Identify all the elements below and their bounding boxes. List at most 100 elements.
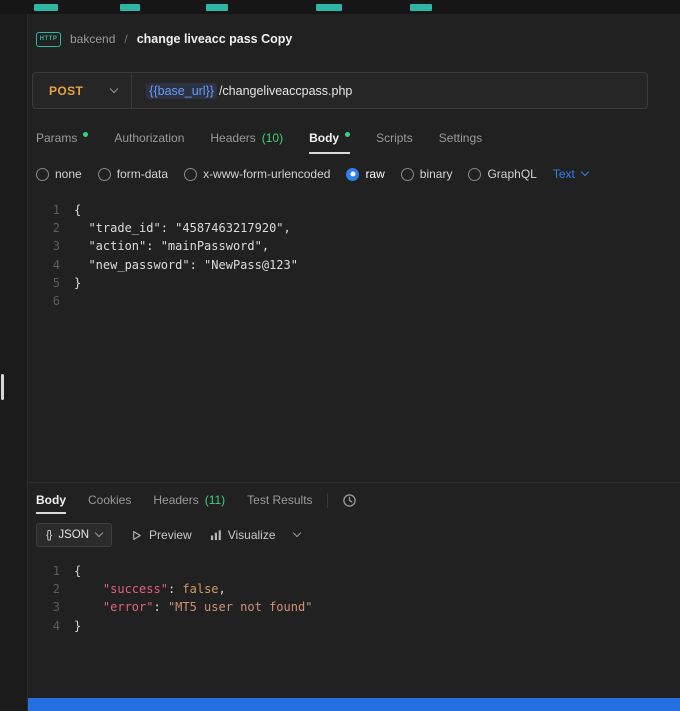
- code-text: }: [74, 617, 81, 635]
- request-panel: HTTP bakcend / change liveacc pass Copy …: [28, 14, 680, 711]
- tab-headers[interactable]: Headers(10): [210, 122, 283, 154]
- code-line: 4}: [28, 617, 680, 635]
- tab-body[interactable]: Body: [309, 122, 350, 154]
- code-text: "success": false,: [74, 580, 226, 598]
- radio-icon: [184, 168, 197, 181]
- tab-indicator[interactable]: [34, 4, 58, 11]
- request-tabs: Params Authorization Headers(10) Body Script…: [36, 122, 482, 154]
- code-line: 5}: [28, 274, 680, 292]
- tab-count: (11): [205, 493, 225, 507]
- raw-language-dropdown[interactable]: Text: [553, 167, 588, 181]
- tab-label: Authorization: [114, 131, 184, 145]
- tab-indicator[interactable]: [316, 4, 342, 11]
- left-scrollbar-thumb[interactable]: [1, 374, 4, 400]
- response-tab-headers[interactable]: Headers (11): [153, 486, 225, 514]
- breadcrumb-collection[interactable]: bakcend: [70, 32, 115, 46]
- line-number: 3: [28, 237, 74, 255]
- line-number: 4: [28, 256, 74, 274]
- divider: [327, 493, 328, 508]
- left-rail: [0, 14, 28, 711]
- code-text[interactable]: }: [74, 274, 81, 292]
- tab-bar[interactable]: [0, 0, 680, 14]
- content-dot-icon: [345, 132, 350, 137]
- tab-label: Headers: [153, 493, 198, 507]
- line-number: 3: [28, 598, 74, 616]
- tab-scripts[interactable]: Scripts: [376, 122, 413, 154]
- mode-label: GraphQL: [487, 167, 536, 181]
- line-number: 1: [28, 562, 74, 580]
- token: :: [168, 582, 182, 596]
- code-text[interactable]: {: [74, 201, 81, 219]
- line-number: 1: [28, 201, 74, 219]
- code-text: "error": "MT5 user not found": [74, 598, 312, 616]
- visualize-label: Visualize: [228, 528, 276, 542]
- mode-label: form-data: [117, 167, 168, 181]
- tab-count: (10): [262, 131, 283, 145]
- token: :: [153, 600, 167, 614]
- preview-label: Preview: [149, 528, 192, 542]
- tab-settings[interactable]: Settings: [439, 122, 482, 154]
- response-format-dropdown[interactable]: {} JSON: [36, 523, 112, 547]
- code-line: 4 "new_password": "NewPass@123": [28, 256, 680, 274]
- response-tabs: Body Cookies Headers (11) Test Results: [36, 486, 313, 514]
- code-text[interactable]: "new_password": "NewPass@123": [74, 256, 298, 274]
- preview-button[interactable]: Preview: [130, 528, 192, 542]
- body-mode-radios: none form-data x-www-form-urlencoded raw bin…: [36, 167, 537, 181]
- code-line: 6: [28, 292, 680, 310]
- method-label: POST: [49, 84, 83, 98]
- body-mode-raw[interactable]: raw: [346, 167, 384, 181]
- url-path: /changeliveaccpass.php: [219, 84, 352, 98]
- mode-label: none: [55, 167, 82, 181]
- body-mode-none[interactable]: none: [36, 167, 82, 181]
- body-mode-form-data[interactable]: form-data: [98, 167, 168, 181]
- url-input[interactable]: {{base_url}} /changeliveaccpass.php: [132, 83, 352, 99]
- code-line: 2 "trade_id": "4587463217920",: [28, 219, 680, 237]
- tab-authorization[interactable]: Authorization: [114, 122, 184, 154]
- body-mode-x-www-form-urlencoded[interactable]: x-www-form-urlencoded: [184, 167, 330, 181]
- body-mode-graphql[interactable]: GraphQL: [468, 167, 536, 181]
- radio-icon: [346, 168, 359, 181]
- response-history-button[interactable]: [342, 493, 357, 508]
- token: [74, 600, 103, 614]
- visualize-button[interactable]: Visualize: [210, 528, 276, 542]
- play-icon: [130, 529, 143, 542]
- response-body-viewer: 1{2 "success": false,3 "error": "MT5 use…: [28, 558, 680, 680]
- tab-indicator[interactable]: [206, 4, 228, 11]
- tab-label: Test Results: [247, 493, 312, 507]
- response-tab-test-results[interactable]: Test Results: [247, 486, 312, 514]
- tab-label: Settings: [439, 131, 482, 145]
- mode-label: binary: [420, 167, 453, 181]
- line-number: 5: [28, 274, 74, 292]
- tab-indicator[interactable]: [410, 4, 432, 11]
- code-text[interactable]: "trade_id": "4587463217920",: [74, 219, 291, 237]
- tab-label: Body: [309, 131, 339, 145]
- tab-indicator[interactable]: [120, 4, 140, 11]
- chevron-down-icon[interactable]: [292, 529, 300, 537]
- line-number: 6: [28, 292, 74, 310]
- tab-label: Scripts: [376, 131, 413, 145]
- tab-params[interactable]: Params: [36, 122, 88, 154]
- method-dropdown[interactable]: POST: [33, 73, 131, 108]
- tab-label: Body: [36, 493, 66, 507]
- mode-label: raw: [365, 167, 384, 181]
- response-toolbar: {} JSON Preview Visualize: [36, 522, 300, 548]
- chevron-down-icon: [110, 84, 118, 92]
- request-body-editor[interactable]: 1{2 "trade_id": "4587463217920",3 "actio…: [28, 196, 680, 478]
- response-tab-body[interactable]: Body: [36, 486, 66, 514]
- code-text[interactable]: "action": "mainPassword",: [74, 237, 269, 255]
- radio-icon: [36, 168, 49, 181]
- clock-icon: [342, 493, 357, 508]
- radio-icon: [401, 168, 414, 181]
- bottom-scroll-indicator[interactable]: [28, 698, 680, 711]
- http-request-icon: HTTP: [36, 32, 61, 47]
- tab-label: Cookies: [88, 493, 131, 507]
- token: ,: [219, 582, 226, 596]
- token: "error": [103, 600, 154, 614]
- chart-icon: [210, 529, 222, 541]
- body-mode-binary[interactable]: binary: [401, 167, 453, 181]
- response-tab-cookies[interactable]: Cookies: [88, 486, 131, 514]
- line-number: 2: [28, 219, 74, 237]
- body-mode-options: none form-data x-www-form-urlencoded raw bin…: [36, 160, 588, 188]
- radio-icon: [98, 168, 111, 181]
- postman-window: HTTP bakcend / change liveacc pass Copy …: [0, 0, 680, 711]
